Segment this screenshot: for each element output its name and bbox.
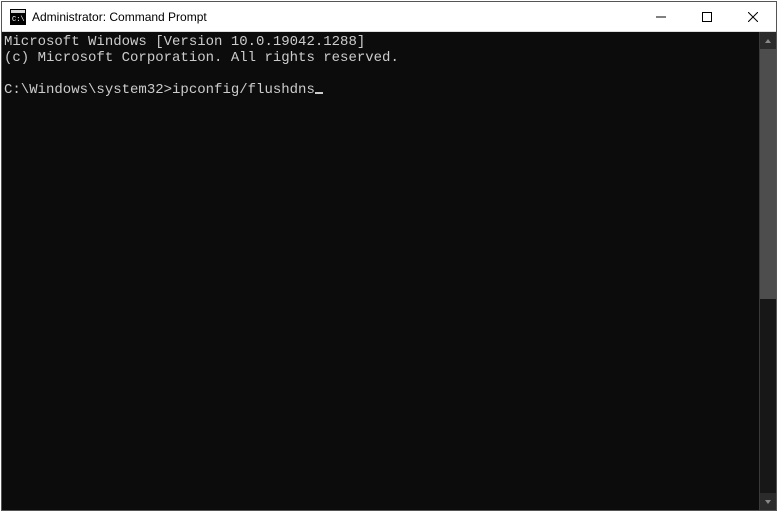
- copyright-line: (c) Microsoft Corporation. All rights re…: [4, 50, 399, 66]
- close-icon: [748, 12, 758, 22]
- chevron-up-icon: [764, 37, 772, 45]
- client-area: Microsoft Windows [Version 10.0.19042.12…: [2, 32, 776, 510]
- maximize-button[interactable]: [684, 2, 730, 31]
- prompt-text: C:\Windows\system32>: [4, 82, 172, 98]
- minimize-icon: [656, 12, 666, 22]
- scroll-down-button[interactable]: [760, 493, 776, 510]
- text-cursor: [315, 92, 323, 94]
- chevron-down-icon: [764, 498, 772, 506]
- command-input[interactable]: ipconfig/flushdns: [172, 82, 315, 98]
- scrollbar-thumb[interactable]: [760, 49, 776, 299]
- close-button[interactable]: [730, 2, 776, 31]
- maximize-icon: [702, 12, 712, 22]
- cmd-icon: C:\: [10, 9, 26, 25]
- window-controls: [638, 2, 776, 31]
- minimize-button[interactable]: [638, 2, 684, 31]
- title-left: C:\ Administrator: Command Prompt: [2, 9, 638, 25]
- window-title: Administrator: Command Prompt: [32, 10, 207, 24]
- prompt-line: C:\Windows\system32>ipconfig/flushdns: [4, 82, 323, 98]
- titlebar[interactable]: C:\ Administrator: Command Prompt: [2, 2, 776, 32]
- scroll-up-button[interactable]: [760, 32, 776, 49]
- terminal-output[interactable]: Microsoft Windows [Version 10.0.19042.12…: [2, 32, 759, 510]
- command-prompt-window: C:\ Administrator: Command Prompt Micros…: [1, 1, 777, 511]
- svg-text:C:\: C:\: [12, 16, 25, 24]
- version-line: Microsoft Windows [Version 10.0.19042.12…: [4, 34, 365, 50]
- scrollbar-track[interactable]: [760, 49, 776, 493]
- vertical-scrollbar[interactable]: [759, 32, 776, 510]
